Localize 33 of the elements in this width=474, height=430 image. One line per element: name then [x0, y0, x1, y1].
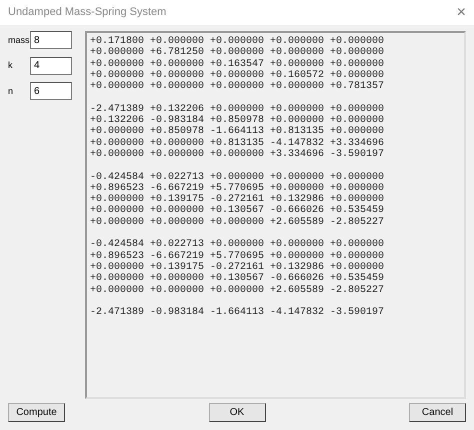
output-line: +0.000000 +0.139175 -0.272161 +0.132986 +0.000000 [90, 194, 386, 206]
dialog-button[interactable]: Compute [8, 403, 65, 422]
output-line: +0.000000 +0.139175 -0.272161 +0.132986 +0.000000 [90, 262, 386, 273]
output-line: +0.896523 -6.667219 +5.770695 +0.000000 +0.000000 [90, 182, 386, 194]
close-icon[interactable]: × [456, 4, 466, 20]
output-line: +0.000000 +0.000000 +0.163547 +0.000000 +0.000000 [90, 58, 386, 70]
output-line: +0.000000 +0.000000 +0.130567 -0.666026 +0.535459 [90, 273, 386, 285]
output-line: -2.471389 +0.132206 +0.000000 +0.000000 +0.000000 [90, 104, 386, 115]
dialog-button[interactable]: OK [208, 403, 266, 422]
dialog-button[interactable]: Cancel [409, 403, 466, 422]
output-line: +0.896523 -6.667219 +5.770695 +0.000000 +0.000000 [90, 250, 386, 262]
output-line: +0.000000 +0.000000 +0.000000 +2.605589 -2.805227 [90, 284, 386, 296]
field-label: mass [8, 34, 30, 46]
field-label: k [8, 60, 14, 71]
input-field[interactable]: 4 [30, 56, 72, 74]
output-line: +0.171800 +0.000000 +0.000000 +0.000000 +0.000000 [90, 36, 386, 47]
input-field[interactable]: 8 [30, 31, 72, 49]
window-title: Undamped Mass-Spring System [8, 5, 166, 20]
input-field[interactable]: 6 [30, 82, 72, 100]
output-line: -0.424584 +0.022713 +0.000000 +0.000000 +0.000000 [90, 239, 386, 251]
output-area[interactable] [85, 31, 466, 399]
output-line: +0.000000 +0.000000 +0.000000 +2.605589 -2.805227 [90, 216, 386, 228]
output-line: +0.000000 +0.000000 +0.813135 -4.147832 +3.334696 [90, 138, 386, 149]
output-line: +0.132206 -0.983184 +0.850978 +0.000000 +0.000000 [90, 115, 386, 126]
output-line: -2.471389 -0.983184 -1.664113 -4.147832 -3.590197 [90, 307, 386, 318]
output-line: +0.000000 +0.000000 +0.000000 +0.160572 +0.000000 [90, 70, 386, 81]
output-line: +0.000000 +0.000000 +0.000000 +0.000000 +0.781357 [90, 81, 386, 92]
output-line: +0.000000 +0.000000 +0.130567 -0.666026 +0.535459 [90, 205, 386, 217]
output-line: -0.424584 +0.022713 +0.000000 +0.000000 +0.000000 [90, 172, 386, 183]
field-label: n [8, 86, 14, 96]
output-line: +0.000000 +6.781250 +0.000000 +0.000000 +0.000000 [90, 47, 386, 59]
output-line: +0.000000 +0.000000 +0.000000 +3.334696 -3.590197 [90, 148, 386, 160]
output-line: +0.000000 +0.850978 -1.664113 +0.813135 +0.000000 [90, 126, 386, 138]
